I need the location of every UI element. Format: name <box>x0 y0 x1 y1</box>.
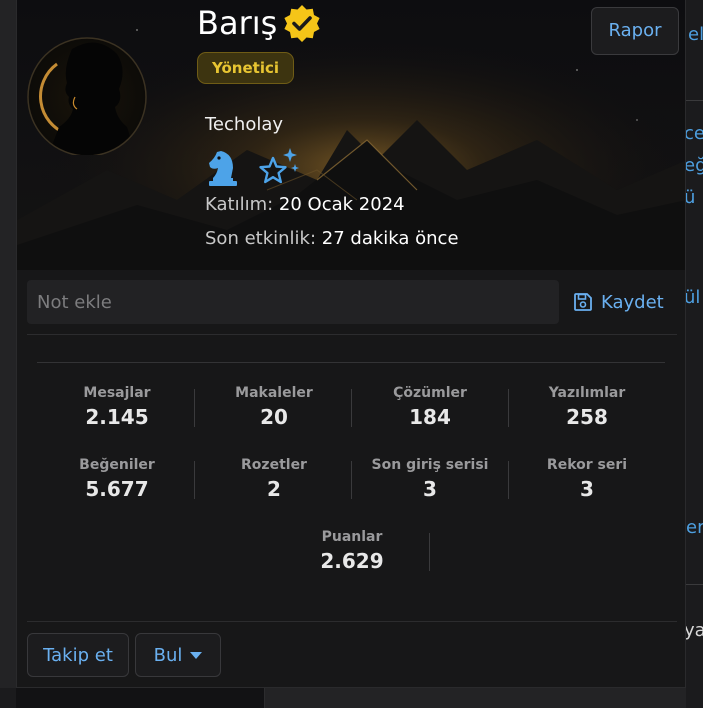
background-divider <box>686 100 703 101</box>
stat-value: 2.145 <box>85 405 149 429</box>
stat-value: 2 <box>267 477 281 501</box>
find-label: Bul <box>153 644 183 666</box>
stat-label: Çözümler <box>393 385 467 401</box>
stat-label: Puanlar <box>321 529 383 545</box>
last-seen-info: Son etkinlik: 27 dakika önce <box>205 228 459 249</box>
profile-name[interactable]: Barış <box>197 4 277 42</box>
stat-badges[interactable]: Rozetler 2 <box>196 457 352 501</box>
stat-articles[interactable]: Makaleler 20 <box>196 385 352 429</box>
background-divider <box>686 584 703 585</box>
last-seen-value: 27 dakika önce <box>321 228 459 249</box>
note-input[interactable] <box>27 280 559 324</box>
save-icon <box>574 293 592 311</box>
divider <box>37 362 665 363</box>
save-label: Kaydet <box>601 291 664 313</box>
stat-label: Mesajlar <box>83 385 151 401</box>
find-dropdown-button[interactable]: Bul <box>135 633 221 677</box>
joined-label: Katılım: <box>205 194 274 215</box>
save-note-button[interactable]: Kaydet <box>573 283 664 321</box>
report-button[interactable]: Rapor <box>591 7 679 55</box>
stat-likes[interactable]: Beğeniler 5.677 <box>39 457 195 501</box>
stat-points[interactable]: Puanlar 2.629 <box>274 529 430 573</box>
stat-label: Rekor seri <box>546 457 628 473</box>
stat-solutions[interactable]: Çözümler 184 <box>352 385 508 429</box>
background-text-fragment: el <box>688 24 703 45</box>
stat-divider <box>194 461 195 499</box>
background-text-fragment: eğ <box>684 155 703 176</box>
avatar[interactable] <box>27 9 147 155</box>
divider <box>27 334 677 335</box>
background-text-fragment: ya <box>684 620 703 641</box>
stat-divider <box>194 389 195 427</box>
divider <box>27 621 677 622</box>
stat-software[interactable]: Yazılımlar 258 <box>509 385 665 429</box>
stat-record-streak[interactable]: Rekor seri 3 <box>509 457 665 501</box>
stat-value: 20 <box>260 405 288 429</box>
team-label: Techolay <box>205 114 284 135</box>
sparkle-stars-icon <box>259 148 299 184</box>
background-content-strip <box>686 0 703 708</box>
verified-badge-icon <box>284 5 320 42</box>
stat-value: 3 <box>423 477 437 501</box>
background-text-fragment: ül <box>684 287 701 308</box>
last-seen-label: Son etkinlik: <box>205 228 317 249</box>
stat-messages[interactable]: Mesajlar 2.145 <box>39 385 195 429</box>
caret-down-icon <box>190 651 203 659</box>
role-badge[interactable]: Yönetici <box>197 52 294 84</box>
stat-label: Rozetler <box>241 457 307 473</box>
stat-value: 184 <box>409 405 451 429</box>
joined-info: Katılım: 20 Ocak 2024 <box>205 194 405 215</box>
background-text-fragment: er <box>686 517 703 538</box>
stat-label: Son giriş serisi <box>371 457 489 473</box>
background-strip <box>0 688 16 708</box>
stat-value: 3 <box>580 477 594 501</box>
stat-value: 2.629 <box>320 549 384 573</box>
stat-label: Beğeniler <box>79 457 155 473</box>
stat-label: Makaleler <box>235 385 313 401</box>
stat-login-streak[interactable]: Son giriş serisi 3 <box>352 457 508 501</box>
member-tooltip-card: Barış Yönetici Techolay Katılım: 20 Ocak… <box>16 0 686 688</box>
stat-label: Yazılımlar <box>548 385 626 401</box>
joined-value: 20 Ocak 2024 <box>278 194 405 215</box>
chess-knight-icon <box>209 151 237 186</box>
stat-value: 5.677 <box>85 477 149 501</box>
stat-divider <box>429 533 430 571</box>
profile-banner: Barış Yönetici Techolay Katılım: 20 Ocak… <box>17 0 685 270</box>
background-sidebar-edge <box>16 688 265 708</box>
stat-value: 258 <box>566 405 608 429</box>
background-text-fragment: ce <box>684 123 703 144</box>
follow-button[interactable]: Takip et <box>27 633 129 677</box>
